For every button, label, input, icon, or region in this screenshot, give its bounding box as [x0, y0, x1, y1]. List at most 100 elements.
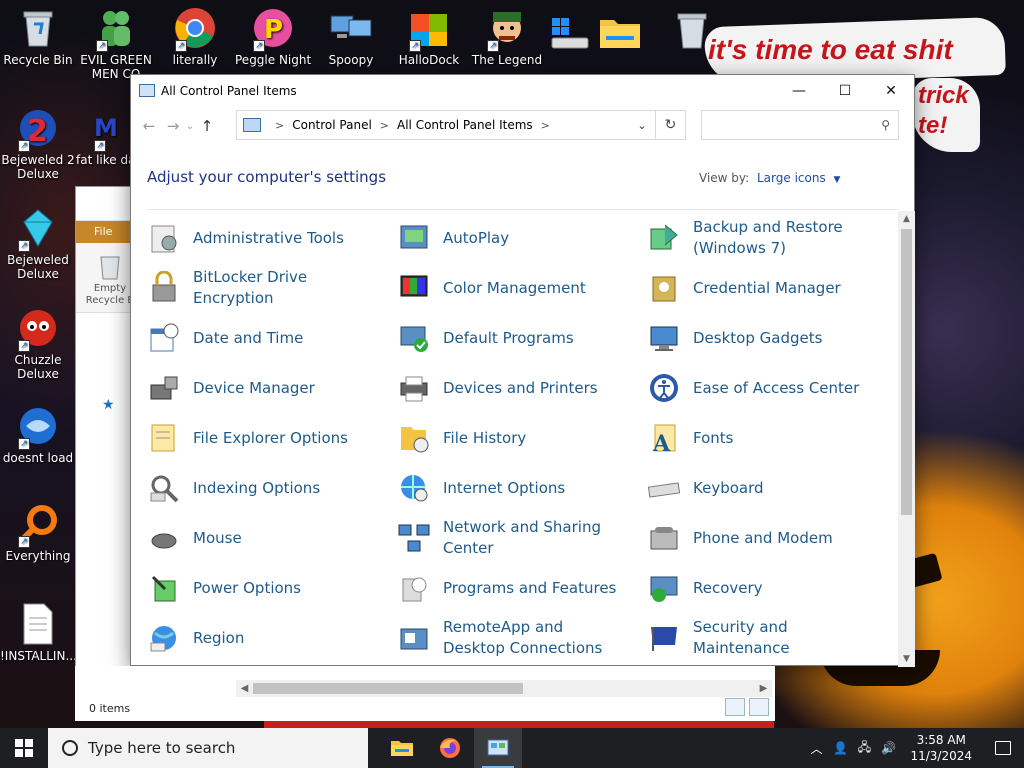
notifications-button[interactable] [982, 728, 1024, 768]
taskbar-firefox[interactable] [426, 728, 474, 768]
recent-locations-chevron-icon[interactable]: ⌄ [185, 114, 195, 138]
cp-item-mouse[interactable]: Mouse [131, 515, 376, 561]
cp-item-keyboard[interactable]: Keyboard [631, 465, 876, 511]
printers-icon [397, 371, 431, 405]
cp-item-programs-and-features[interactable]: Programs and Features [381, 565, 626, 611]
cp-item-file-explorer-options[interactable]: File Explorer Options [131, 415, 376, 461]
control-panel-window[interactable]: All Control Panel Items — ☐ ✕ ← → ⌄ ↑ > … [130, 74, 915, 667]
back-button[interactable]: ← [137, 114, 161, 138]
cp-item-date-and-time[interactable]: Date and Time [131, 315, 376, 361]
cp-item-color-management[interactable]: Color Management [381, 265, 626, 311]
taskbar-file-explorer[interactable] [378, 728, 426, 768]
address-bar[interactable]: > Control Panel > All Control Panel Item… [236, 110, 686, 140]
cp-item-security-and-maintenance[interactable]: Security and Maintenance [631, 615, 876, 661]
programs-icon [397, 571, 431, 605]
breadcrumb-all-items[interactable]: All Control Panel Items [397, 118, 533, 132]
green-men-icon: ↗ [94, 6, 138, 52]
desktop-icon-installing[interactable]: !INSTALLIN... [0, 602, 76, 663]
cp-item-label: Security and Maintenance [693, 618, 790, 657]
desktop-icon-fat-like-da[interactable]: M ↗ fat like da [76, 106, 136, 167]
cp-item-device-manager[interactable]: Device Manager [131, 365, 376, 411]
cp-item-credential-manager[interactable]: Credential Manager [631, 265, 876, 311]
minimize-button[interactable]: — [776, 75, 822, 106]
network-icon[interactable]: 🖧 [852, 738, 876, 759]
details-view-icon[interactable] [725, 698, 745, 716]
view-by-value: Large icons [757, 171, 826, 185]
start-button[interactable] [0, 728, 48, 768]
notification-icon [995, 741, 1011, 755]
cp-item-network-and-sharing-center[interactable]: Network and Sharing Center [381, 515, 626, 561]
cp-item-fonts[interactable]: A Fonts [631, 415, 876, 461]
desktop-icon-hallodock[interactable]: ↗ HalloDock [391, 6, 467, 67]
desktop-icon-bejeweled[interactable]: ↗ Bejeweled Deluxe [0, 206, 76, 281]
up-button[interactable]: ↑ [195, 114, 219, 138]
cp-item-bitlocker-drive-encryption[interactable]: BitLocker Drive Encryption [131, 265, 376, 311]
desktop-icon-the-legend[interactable]: ↗ The Legend [469, 6, 545, 67]
large-icons-view-icon[interactable] [749, 698, 769, 716]
recycle-bin-icon-2[interactable] [670, 8, 714, 55]
cp-item-internet-options[interactable]: Internet Options [381, 465, 626, 511]
desktop-icon-recycle-bin[interactable]: Recycle Bin [0, 6, 76, 67]
search-box[interactable]: ⚲ [701, 110, 899, 140]
quick-access-star-icon[interactable]: ★ [102, 397, 122, 417]
cp-item-label: Mouse [193, 528, 242, 547]
refresh-icon[interactable]: ↻ [655, 111, 685, 139]
horizontal-scroll-thumb[interactable] [253, 683, 523, 694]
cp-item-autoplay[interactable]: AutoPlay [381, 215, 626, 261]
scroll-right-arrow-icon[interactable]: ▶ [755, 680, 772, 697]
breadcrumb-separator-icon[interactable]: > [541, 119, 550, 132]
volume-icon[interactable]: 🔊 [876, 741, 900, 755]
cp-item-recovery[interactable]: Recovery [631, 565, 876, 611]
scroll-down-arrow-icon[interactable]: ▼ [898, 651, 915, 667]
people-icon[interactable]: 👤 [828, 741, 852, 755]
cp-item-default-programs[interactable]: Default Programs [381, 315, 626, 361]
windows-drive-icon[interactable] [548, 14, 592, 57]
ribbon-file-tab[interactable]: File [76, 221, 132, 243]
empty-recycle-bin-icon[interactable] [96, 251, 124, 281]
maximize-button[interactable]: ☐ [822, 75, 868, 106]
cp-item-file-history[interactable]: File History [381, 415, 626, 461]
clock[interactable]: 3:58 AM 11/3/2024 [900, 732, 982, 764]
show-hidden-icons-chevron-icon[interactable]: ︿ [804, 740, 828, 757]
cp-item-power-options[interactable]: Power Options [131, 565, 376, 611]
horizontal-scrollbar[interactable]: ◀ ▶ [236, 680, 772, 697]
breadcrumb-control-panel[interactable]: Control Panel [292, 118, 372, 132]
cp-item-devices-and-printers[interactable]: Devices and Printers [381, 365, 626, 411]
cp-item-administrative-tools[interactable]: Administrative Tools [131, 215, 376, 261]
control-panel-icon [243, 118, 261, 132]
forward-button[interactable]: → [161, 114, 185, 138]
desktop-icon-peggle-nights[interactable]: P ↗ Peggle Nights [235, 6, 311, 67]
cp-item-phone-and-modem[interactable]: Phone and Modem [631, 515, 876, 561]
breadcrumb-separator-icon[interactable]: > [380, 119, 389, 132]
desktop-icon-doesnt-load[interactable]: ↗ doesnt load [0, 404, 76, 465]
desktop-icon-spoopy[interactable]: Spoopy [313, 6, 389, 67]
address-dropdown-chevron-icon[interactable]: ⌄ [629, 119, 655, 132]
search-icon[interactable]: ⚲ [881, 118, 890, 132]
desktop-icon-bejeweled-2[interactable]: 2 ↗ Bejeweled 2 Deluxe [0, 106, 76, 181]
taskbar-control-panel[interactable] [474, 728, 522, 768]
bitlocker-icon [147, 270, 181, 305]
scroll-up-arrow-icon[interactable]: ▲ [898, 211, 915, 227]
taskbar-search[interactable]: Type here to search [48, 728, 368, 768]
cp-item-backup-and-restore-windows-7[interactable]: Backup and Restore (Windows 7) [631, 215, 876, 261]
window-titlebar[interactable]: All Control Panel Items — ☐ ✕ [131, 75, 914, 106]
desktop-icon-evil-green-men[interactable]: ↗ EVIL GREEN MEN CO [78, 6, 154, 81]
vertical-scrollbar[interactable]: ▲ ▼ [898, 211, 915, 667]
desktop-icon-everything[interactable]: ↗ Everything [0, 502, 76, 563]
folder-icon[interactable] [598, 12, 642, 55]
close-button[interactable]: ✕ [868, 75, 914, 106]
breadcrumb-separator-icon[interactable]: > [275, 119, 284, 132]
cp-item-region[interactable]: Region [131, 615, 376, 661]
cp-item-desktop-gadgets[interactable]: Desktop Gadgets [631, 315, 876, 361]
vertical-scroll-thumb[interactable] [901, 229, 912, 515]
desktop-icon-literally[interactable]: ↗ literally [157, 6, 233, 67]
scroll-left-arrow-icon[interactable]: ◀ [236, 680, 253, 697]
shortcut-arrow-icon: ↗ [18, 438, 30, 450]
cp-item-ease-of-access-center[interactable]: Ease of Access Center [631, 365, 876, 411]
cp-item-indexing-options[interactable]: Indexing Options [131, 465, 376, 511]
desktop-icon-chuzzle[interactable]: ↗ Chuzzle Deluxe [0, 306, 76, 381]
cp-item-remoteapp-and-desktop-connections[interactable]: RemoteApp and Desktop Connections [381, 615, 626, 661]
search-input[interactable] [708, 118, 882, 132]
view-by-dropdown[interactable]: Large icons ▼ [757, 171, 840, 185]
svg-text:P: P [264, 15, 283, 45]
